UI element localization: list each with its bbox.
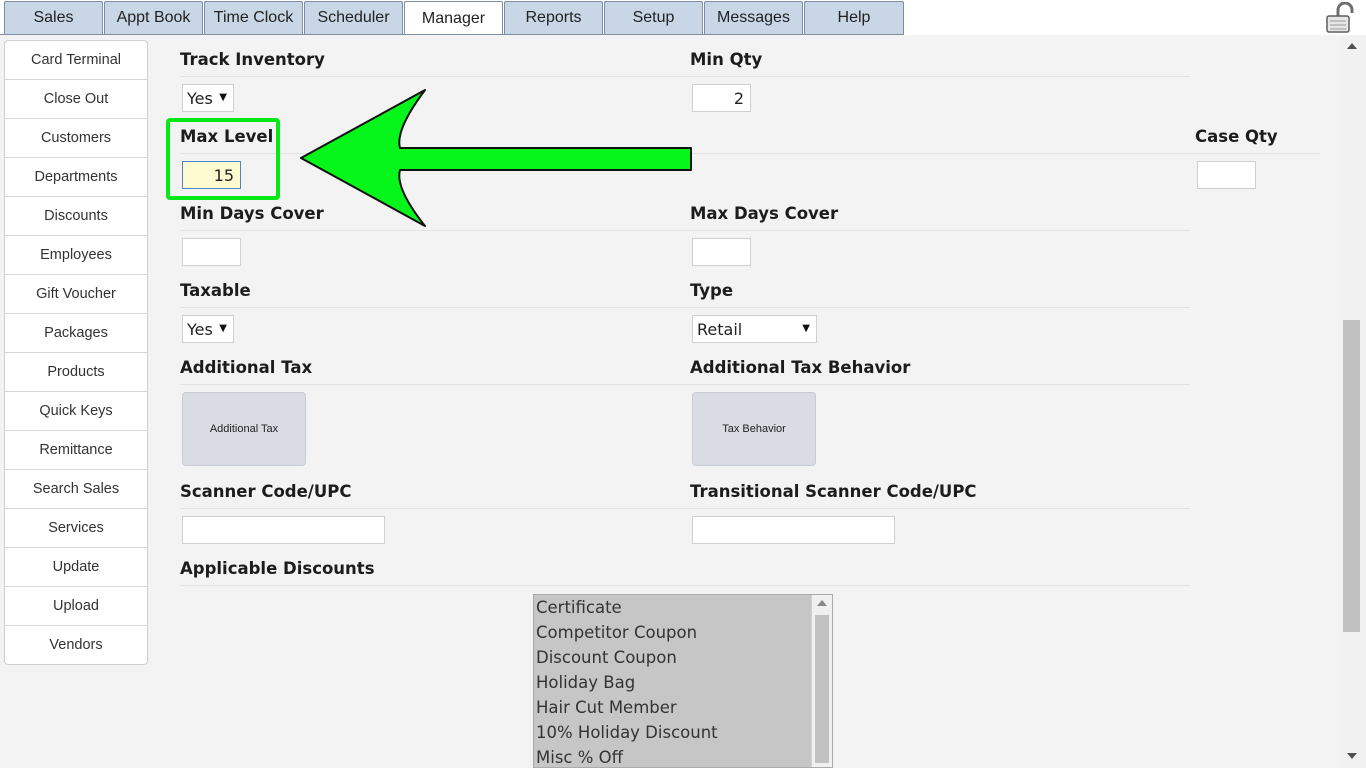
track-inventory-label: Track Inventory bbox=[180, 50, 325, 69]
tab-setup[interactable]: Setup bbox=[604, 1, 703, 34]
sidebar-item-products[interactable]: Products bbox=[5, 353, 147, 392]
divider bbox=[180, 508, 1190, 509]
scanner-code-input[interactable] bbox=[182, 516, 385, 544]
sidebar-menu: Card Terminal Close Out Customers Depart… bbox=[4, 40, 148, 665]
unlocked-padlock-icon[interactable] bbox=[1324, 2, 1358, 34]
type-value: Retail bbox=[697, 319, 743, 339]
applicable-discounts-list[interactable]: Certificate Competitor Coupon Discount C… bbox=[533, 594, 833, 768]
transitional-scanner-code-label: Transitional Scanner Code/UPC bbox=[690, 482, 977, 501]
sidebar-item-discounts[interactable]: Discounts bbox=[5, 197, 147, 236]
scanner-code-label: Scanner Code/UPC bbox=[180, 482, 352, 501]
taxable-value: Yes bbox=[187, 319, 213, 339]
sidebar-item-gift-voucher[interactable]: Gift Voucher bbox=[5, 275, 147, 314]
divider bbox=[180, 585, 1190, 586]
additional-tax-button[interactable]: Additional Tax bbox=[182, 392, 306, 466]
case-qty-input[interactable] bbox=[1197, 161, 1256, 189]
sidebar-item-departments[interactable]: Departments bbox=[5, 158, 147, 197]
list-item[interactable]: Holiday Bag bbox=[534, 670, 832, 695]
tab-appt-book[interactable]: Appt Book bbox=[104, 1, 203, 34]
list-item[interactable]: Misc % Off bbox=[534, 745, 832, 767]
sidebar-item-close-out[interactable]: Close Out bbox=[5, 80, 147, 119]
tab-reports[interactable]: Reports bbox=[504, 1, 603, 34]
type-select[interactable]: Retail ▼ bbox=[692, 315, 817, 343]
tab-manager[interactable]: Manager bbox=[404, 1, 503, 36]
tab-sales[interactable]: Sales bbox=[4, 1, 103, 34]
sidebar-item-services[interactable]: Services bbox=[5, 509, 147, 548]
additional-tax-behavior-label: Additional Tax Behavior bbox=[690, 358, 911, 377]
sidebar-item-upload[interactable]: Upload bbox=[5, 587, 147, 626]
tab-time-clock[interactable]: Time Clock bbox=[204, 1, 303, 34]
max-days-cover-input[interactable] bbox=[692, 238, 751, 266]
min-qty-label: Min Qty bbox=[690, 50, 763, 69]
case-qty-label: Case Qty bbox=[1195, 127, 1278, 146]
sidebar-item-packages[interactable]: Packages bbox=[5, 314, 147, 353]
transitional-scanner-code-input[interactable] bbox=[692, 516, 895, 544]
divider bbox=[180, 307, 1190, 308]
tax-behavior-button[interactable]: Tax Behavior bbox=[692, 392, 816, 466]
list-item[interactable]: 10% Holiday Discount bbox=[534, 720, 832, 745]
list-item[interactable]: Discount Coupon bbox=[534, 645, 832, 670]
list-scrollbar[interactable] bbox=[811, 595, 832, 767]
min-qty-input[interactable]: 2 bbox=[692, 84, 751, 112]
scroll-up-arrow-icon[interactable] bbox=[1347, 43, 1357, 49]
top-tab-bar: Sales Appt Book Time Clock Scheduler Man… bbox=[0, 0, 1366, 36]
sidebar-item-vendors[interactable]: Vendors bbox=[5, 626, 147, 664]
dropdown-arrow-icon: ▼ bbox=[802, 323, 810, 334]
page-scrollbar-thumb[interactable] bbox=[1343, 320, 1360, 632]
dropdown-arrow-icon: ▼ bbox=[219, 323, 227, 334]
green-arrow-left-icon bbox=[300, 89, 692, 227]
additional-tax-label: Additional Tax bbox=[180, 358, 313, 377]
sidebar-item-search-sales[interactable]: Search Sales bbox=[5, 470, 147, 509]
taxable-select[interactable]: Yes ▼ bbox=[182, 315, 234, 343]
page-scrollbar[interactable] bbox=[1340, 35, 1366, 768]
scroll-up-arrow-icon[interactable] bbox=[817, 600, 827, 606]
sidebar-item-customers[interactable]: Customers bbox=[5, 119, 147, 158]
applicable-discounts-label: Applicable Discounts bbox=[180, 559, 375, 578]
taxable-label: Taxable bbox=[180, 281, 251, 300]
max-days-cover-label: Max Days Cover bbox=[690, 204, 839, 223]
tab-help[interactable]: Help bbox=[804, 1, 904, 34]
scroll-down-arrow-icon[interactable] bbox=[1347, 753, 1357, 759]
divider bbox=[180, 384, 1190, 385]
dropdown-arrow-icon: ▼ bbox=[219, 92, 227, 103]
tab-messages[interactable]: Messages bbox=[704, 1, 803, 34]
sidebar-item-update[interactable]: Update bbox=[5, 548, 147, 587]
track-inventory-value: Yes bbox=[187, 88, 213, 108]
divider bbox=[180, 76, 1190, 77]
list-item[interactable]: Competitor Coupon bbox=[534, 620, 832, 645]
highlight-box bbox=[166, 118, 280, 200]
type-label: Type bbox=[690, 281, 734, 300]
track-inventory-select[interactable]: Yes ▼ bbox=[182, 84, 234, 112]
tab-scheduler[interactable]: Scheduler bbox=[304, 1, 403, 34]
sidebar-item-quick-keys[interactable]: Quick Keys bbox=[5, 392, 147, 431]
min-days-cover-input[interactable] bbox=[182, 238, 241, 266]
sidebar-item-card-terminal[interactable]: Card Terminal bbox=[5, 41, 147, 80]
list-scrollbar-thumb[interactable] bbox=[815, 615, 829, 763]
list-item[interactable]: Certificate bbox=[534, 595, 832, 620]
sidebar-item-employees[interactable]: Employees bbox=[5, 236, 147, 275]
sidebar-item-remittance[interactable]: Remittance bbox=[5, 431, 147, 470]
list-item[interactable]: Hair Cut Member bbox=[534, 695, 832, 720]
